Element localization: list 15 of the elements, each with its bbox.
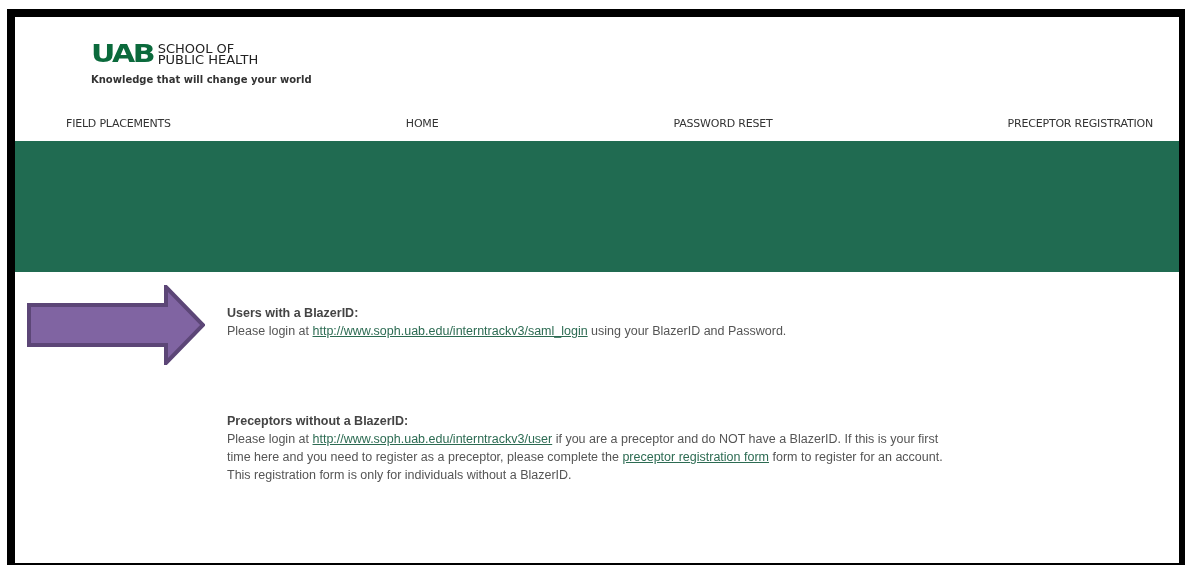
login-link[interactable]: preceptor registration form	[622, 450, 769, 464]
school-name: SCHOOL OF	[157, 43, 235, 54]
nav-link[interactable]: HOME	[405, 116, 439, 130]
logo-mark: UAB	[91, 44, 154, 64]
nav-link[interactable]: PASSWORD RESET	[673, 116, 773, 130]
tagline: Knowledge that will change your world	[91, 74, 312, 85]
school-name: PUBLIC HEALTH	[157, 54, 259, 65]
nav-link[interactable]: PRECEPTOR REGISTRATION	[1007, 116, 1153, 130]
section-heading: Preceptors without a BlazerID:	[227, 413, 410, 430]
login-link[interactable]: http://www.soph.uab.edu/interntrackv3/user	[312, 432, 553, 446]
instructions-paragraph: Please login at http://www.soph.uab.edu/interntrackv3/user if you are a preceptor and do NOT have a BlazerID. If this is your first time here and you need to register as a preceptor, please complete the preceptor registration form form to register for an account. This registration form is only for individuals without a BlazerID.	[227, 431, 944, 484]
instructions-paragraph: Please login at http://www.soph.uab.edu/interntrackv3/saml_login using your BlazerID and Password.	[227, 323, 788, 340]
login-link[interactable]: http://www.soph.uab.edu/interntrackv3/saml_login	[312, 324, 588, 338]
section-heading: Users with a BlazerID:	[227, 305, 360, 322]
nav-link[interactable]: FIELD PLACEMENTS	[66, 116, 171, 130]
